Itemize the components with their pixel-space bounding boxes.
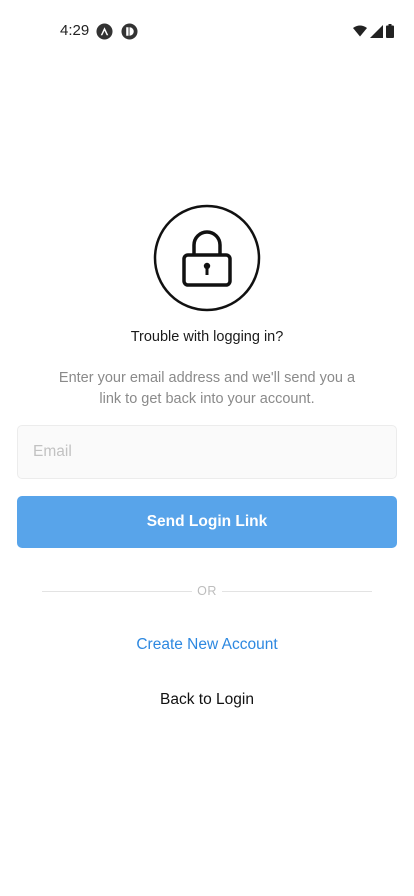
lock-icon	[153, 204, 261, 312]
system-icons	[353, 24, 394, 38]
battery-icon	[386, 24, 394, 38]
status-time: 4:29	[60, 22, 90, 39]
create-new-account-link[interactable]: Create New Account	[0, 636, 414, 654]
signal-icon	[370, 24, 383, 38]
description-text: Enter your email address and we'll send …	[58, 370, 356, 407]
notification-a-icon	[96, 23, 113, 40]
send-login-link-button[interactable]: Send Login Link	[17, 496, 397, 548]
notification-p-icon	[121, 23, 138, 40]
status-bar: 4:29	[0, 0, 414, 64]
divider-line-left	[42, 590, 193, 592]
email-field[interactable]	[17, 425, 397, 479]
back-to-login-link[interactable]: Back to Login	[0, 691, 414, 709]
or-divider: OR	[42, 583, 372, 599]
or-label: OR	[197, 584, 217, 598]
wifi-icon	[353, 25, 367, 37]
page-title: Trouble with logging in?	[130, 329, 284, 345]
divider-line-right	[221, 590, 372, 592]
